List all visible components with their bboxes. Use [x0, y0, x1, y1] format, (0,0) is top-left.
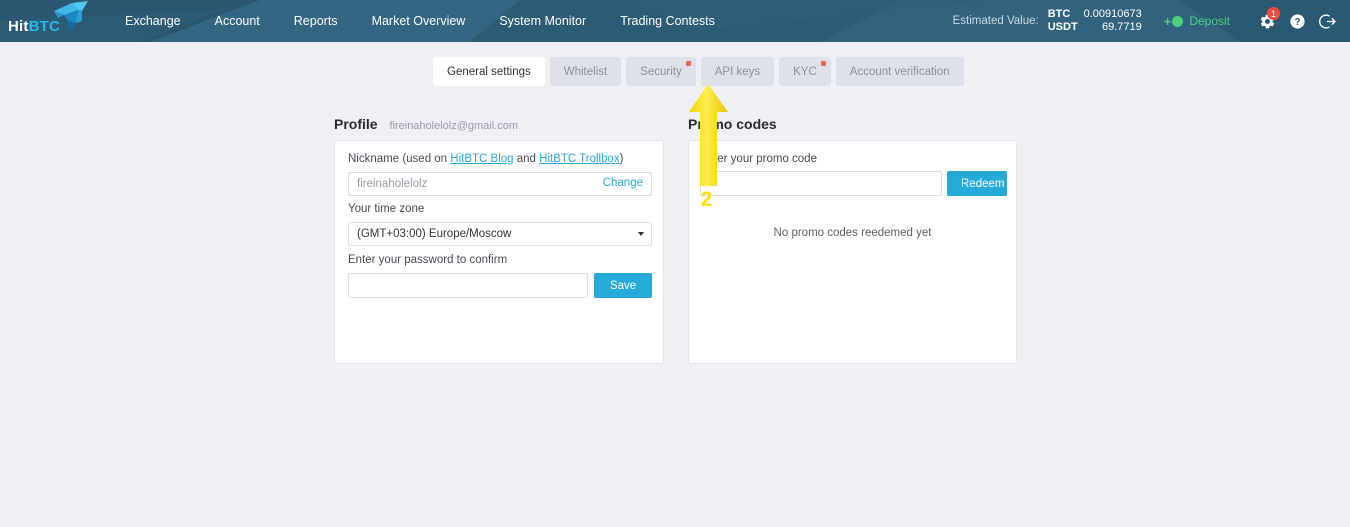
tab-kyc-alert-dot-icon [820, 61, 826, 66]
nickname-input-wrap: Change [348, 172, 652, 196]
estimated-value-label: Estimated Value: [952, 15, 1039, 27]
redeem-button[interactable]: Redeem [947, 171, 1007, 196]
nickname-change-link[interactable]: Change [603, 177, 643, 189]
top-header-bar: HitBTC Exchange Account Reports Market O… [0, 0, 1350, 42]
estimated-currency-btc: BTC [1047, 8, 1071, 20]
tab-general-settings-label: General settings [447, 65, 531, 78]
nav-item-trading-contests[interactable]: Trading Contests [603, 0, 732, 42]
tab-api-keys-label: API keys [714, 65, 761, 78]
promo-input-label: Enter your promo code [700, 153, 817, 165]
nickname-field-group: Nickname (used on HitBTC Blog and HitBTC… [348, 153, 652, 196]
hitbtc-blog-link[interactable]: HitBTC Blog [450, 153, 513, 165]
logo-text-hit: Hit [8, 18, 29, 35]
hitbtc-trollbox-link[interactable]: HitBTC Trollbox [539, 153, 620, 165]
tab-kyc[interactable]: KYC [779, 57, 831, 86]
password-label: Enter your password to confirm [348, 254, 508, 266]
nav-item-system-monitor[interactable]: System Monitor [482, 0, 603, 42]
settings-button[interactable]: 1 [1252, 0, 1282, 42]
deposit-label: Deposit [1189, 14, 1230, 28]
tab-whitelist[interactable]: Whitelist [549, 57, 622, 86]
logo-text: HitBTC [8, 18, 60, 35]
deposit-button[interactable]: + Deposit [1164, 14, 1230, 29]
tab-security[interactable]: Security [626, 57, 696, 86]
estimated-amount-btc: 0.00910673 [1083, 8, 1142, 20]
promo-card: Enter your promo code Redeem No promo co… [688, 140, 1017, 364]
nav-item-market-overview[interactable]: Market Overview [355, 0, 483, 42]
estimated-value-amounts: BTC 0.00910673 USDT 69.7719 [1048, 8, 1142, 34]
tab-security-alert-dot-icon [685, 61, 691, 66]
timezone-label: Your time zone [348, 203, 425, 215]
promo-title-text: Promo codes [688, 116, 777, 132]
tab-whitelist-label: Whitelist [563, 65, 608, 78]
tab-api-keys[interactable]: API keys [700, 57, 775, 86]
profile-card: Nickname (used on HitBTC Blog and HitBTC… [334, 140, 664, 364]
estimated-row-btc: BTC 0.00910673 [1048, 8, 1142, 21]
logout-icon [1318, 14, 1336, 28]
profile-section-title: Profile fireinaholelolz@gmail.com [334, 116, 518, 132]
timezone-selected-value: (GMT+03:00) Europe/Moscow [357, 228, 512, 240]
profile-email: fireinaholelolz@gmail.com [389, 120, 519, 132]
password-row: Save [348, 273, 652, 298]
password-input[interactable] [348, 273, 589, 298]
password-field-group: Enter your password to confirm Save [348, 254, 652, 298]
logout-button[interactable] [1312, 0, 1342, 42]
header-right-cluster: Estimated Value: BTC 0.00910673 USDT 69.… [953, 0, 1350, 42]
nickname-label-after: ) [619, 153, 624, 165]
tab-kyc-label: KYC [793, 65, 817, 78]
estimated-row-usdt: USDT 69.7719 [1048, 21, 1142, 34]
help-circle-icon: ? [1289, 13, 1305, 29]
promo-code-input[interactable] [700, 171, 942, 196]
logo-text-btc: BTC [28, 18, 61, 35]
profile-title-text: Profile [334, 116, 378, 132]
plus-icon: + [1163, 13, 1172, 29]
nav-item-exchange[interactable]: Exchange [108, 0, 198, 42]
estimated-amount-usdt: 69.7719 [1101, 21, 1142, 33]
settings-tabs: General settings Whitelist Security API … [433, 57, 964, 86]
tab-account-verification[interactable]: Account verification [835, 57, 964, 86]
help-button[interactable]: ? [1282, 0, 1312, 42]
nav-item-reports[interactable]: Reports [277, 0, 355, 42]
tab-account-verification-label: Account verification [849, 65, 950, 78]
tab-general-settings[interactable]: General settings [433, 57, 545, 86]
promo-row: Redeem [700, 171, 1007, 196]
settings-notification-badge: 1 [1267, 7, 1280, 20]
nickname-label: Nickname (used on HitBTC Blog and HitBTC… [348, 153, 652, 165]
annotation-step-number: 2 [700, 188, 713, 211]
nav-item-account[interactable]: Account [198, 0, 277, 42]
estimated-currency-usdt: USDT [1047, 21, 1078, 33]
timezone-select[interactable]: (GMT+03:00) Europe/Moscow [348, 222, 652, 246]
save-button[interactable]: Save [594, 273, 652, 298]
timezone-field-group: Your time zone (GMT+03:00) Europe/Moscow [348, 203, 652, 246]
chevron-down-icon [638, 232, 644, 236]
promo-field-group: Enter your promo code Redeem [700, 153, 1007, 196]
promo-section-title: Promo codes [688, 116, 777, 132]
hitbtc-logo[interactable]: HitBTC [0, 0, 96, 42]
nickname-label-middle: and [513, 153, 540, 165]
nickname-label-before: Nickname (used on [348, 153, 451, 165]
deposit-coin-icon [1172, 15, 1184, 27]
promo-empty-message: No promo codes reedemed yet [773, 227, 932, 239]
main-navigation: Exchange Account Reports Market Overview… [108, 0, 732, 42]
svg-text:?: ? [1294, 17, 1300, 28]
tab-security-label: Security [640, 65, 682, 78]
